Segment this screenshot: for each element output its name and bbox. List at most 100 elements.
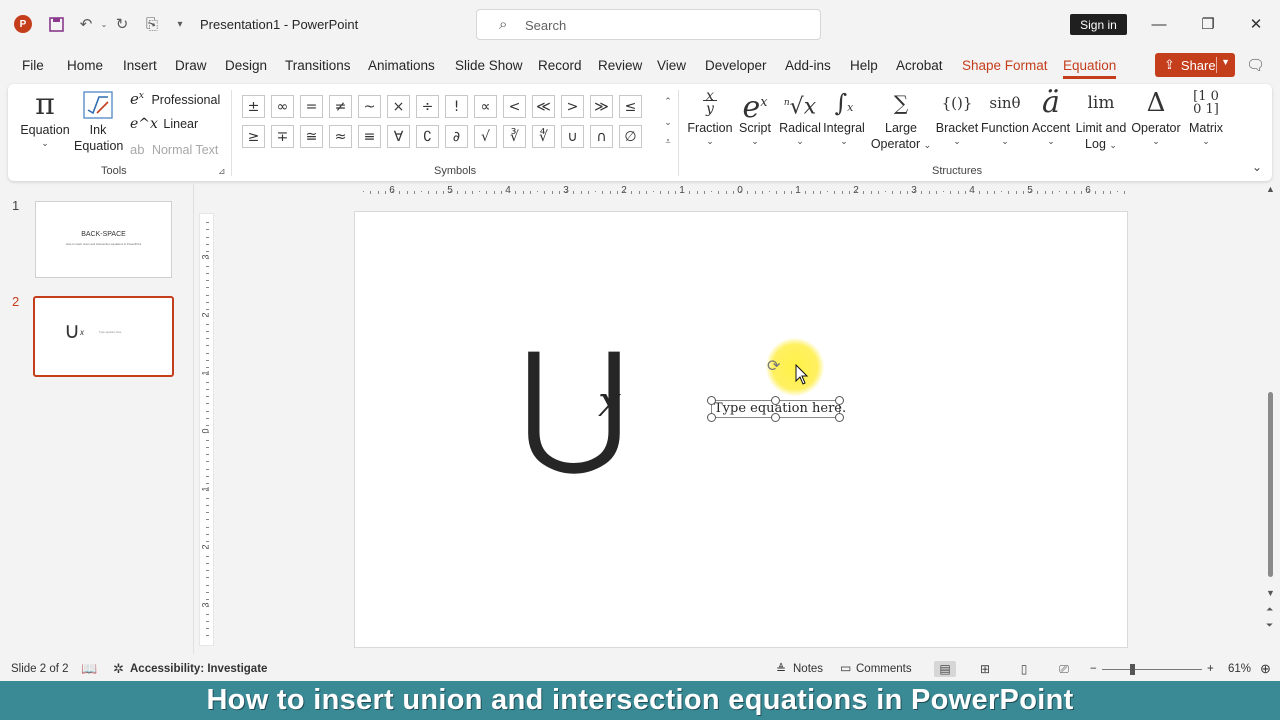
ink-equation-button[interactable]: Ink Equation	[74, 88, 123, 154]
symbol-square-root[interactable]: √	[474, 125, 497, 148]
tab-insert[interactable]: Insert	[123, 58, 157, 73]
symbol-divide[interactable]: ÷	[416, 95, 439, 118]
zoom-out-icon[interactable]: −	[1090, 663, 1097, 675]
script-button[interactable]: ex Script ⌄	[732, 86, 778, 147]
symbols-scroll-down-icon[interactable]: ⌄	[661, 115, 675, 129]
present-icon[interactable]: ⎘	[142, 14, 162, 34]
tab-view[interactable]: View	[657, 58, 686, 73]
comments-icon[interactable]: 🗨	[1246, 56, 1265, 74]
symbol-tilde[interactable]: ~	[358, 95, 381, 118]
symbol-plus-minus[interactable]: ±	[242, 95, 265, 118]
symbol-factorial[interactable]: !	[445, 95, 468, 118]
tab-animations[interactable]: Animations	[368, 58, 435, 73]
tab-review[interactable]: Review	[598, 58, 642, 73]
sign-in-button[interactable]: Sign in	[1070, 14, 1127, 35]
tab-file[interactable]: File	[22, 58, 44, 73]
slide-thumbnail-2[interactable]: ∪ x Type equation here.	[33, 296, 174, 377]
vertical-scrollbar[interactable]: ▲ ▼ ⏶ ⏷	[1263, 184, 1277, 654]
resize-handle-top[interactable]	[771, 396, 780, 405]
scroll-down-icon[interactable]: ▼	[1266, 588, 1275, 598]
tab-shape-format[interactable]: Shape Format	[962, 58, 1048, 73]
symbol-for-all[interactable]: ∀	[387, 125, 410, 148]
rotate-handle-icon[interactable]: ⟳	[767, 358, 785, 376]
symbol-less-equal[interactable]: ≤	[619, 95, 642, 118]
normal-view-icon[interactable]: ▤	[934, 661, 956, 677]
customize-toolbar-icon[interactable]: ▾	[170, 14, 190, 34]
slide-show-icon[interactable]: ⎚	[1053, 661, 1075, 677]
symbols-scroll-up-icon[interactable]: ⌃	[661, 94, 675, 108]
accessibility-status[interactable]: Accessibility: Investigate	[130, 663, 267, 675]
symbol-greater-equal[interactable]: ≥	[242, 125, 265, 148]
matrix-button[interactable]: [1 00 1] Matrix ⌄	[1182, 86, 1230, 146]
symbol-empty-set[interactable]: ∅	[619, 125, 642, 148]
symbol-infinity[interactable]: ∞	[271, 95, 294, 118]
collapse-ribbon-icon[interactable]: ⌄	[1252, 160, 1262, 174]
symbol-much-less-than[interactable]: ≪	[532, 95, 555, 118]
fraction-button[interactable]: xy Fraction ⌄	[684, 86, 736, 146]
search-box[interactable]: ⌕ Search	[476, 9, 821, 40]
redo-icon[interactable]: ↻	[112, 14, 132, 34]
tab-developer[interactable]: Developer	[705, 58, 767, 73]
share-button[interactable]: ⇪ Share ▼	[1155, 53, 1235, 77]
accessibility-icon[interactable]: ✲	[113, 661, 124, 677]
symbol-intersection[interactable]: ∩	[590, 125, 613, 148]
spelling-check-icon[interactable]: 📖	[81, 661, 97, 677]
slide-sorter-icon[interactable]: ⊞	[974, 661, 996, 677]
symbol-much-greater-than[interactable]: ≫	[590, 95, 613, 118]
resize-handle-bottom-left[interactable]	[707, 413, 716, 422]
symbol-times[interactable]: ×	[387, 95, 410, 118]
union-equation-variable[interactable]: x	[598, 380, 622, 424]
accent-button[interactable]: ä Accent ⌄	[1030, 86, 1072, 147]
symbols-more-icon[interactable]: ⩡	[661, 134, 675, 148]
symbol-almost-equal[interactable]: ≈	[329, 125, 352, 148]
symbol-less-than[interactable]: <	[503, 95, 526, 118]
symbol-union[interactable]: ∪	[561, 125, 584, 148]
function-button[interactable]: sinθ Function ⌄	[980, 86, 1030, 146]
tab-add-ins[interactable]: Add-ins	[785, 58, 831, 73]
resize-handle-top-left[interactable]	[707, 396, 716, 405]
undo-icon[interactable]: ↶	[76, 14, 96, 34]
resize-handle-bottom-right[interactable]	[835, 413, 844, 422]
limit-and-log-button[interactable]: lim Limit and Log ⌄	[1072, 86, 1130, 152]
symbol-identical[interactable]: ≡	[358, 125, 381, 148]
tab-home[interactable]: Home	[67, 58, 103, 73]
scrollbar-thumb[interactable]	[1268, 392, 1273, 577]
zoom-slider-knob[interactable]	[1130, 664, 1135, 675]
resize-handle-bottom[interactable]	[771, 413, 780, 422]
operator-button[interactable]: Δ Operator ⌄	[1130, 86, 1182, 146]
horizontal-ruler[interactable]: 6 5 4 3 2 1 0 1 2 3 4 5 6	[355, 184, 1127, 199]
symbol-equals[interactable]: =	[300, 95, 323, 118]
tab-design[interactable]: Design	[225, 58, 267, 73]
tab-draw[interactable]: Draw	[175, 58, 207, 73]
radical-button[interactable]: n√x Radical ⌄	[776, 86, 824, 146]
large-operator-button[interactable]: ∑ Large Operator ⌄	[868, 86, 934, 152]
slide-thumbnail-1[interactable]: BACK-SPACE How to insert union and inter…	[35, 201, 172, 278]
fit-to-window-icon[interactable]: ⊕	[1260, 661, 1271, 677]
professional-button[interactable]: ex Professional	[130, 90, 220, 108]
symbol-congruent[interactable]: ≅	[300, 125, 323, 148]
symbol-minus-plus[interactable]: ∓	[271, 125, 294, 148]
share-dropdown-icon[interactable]: ▼	[1221, 57, 1230, 67]
tab-slide-show[interactable]: Slide Show	[455, 58, 523, 73]
vertical-ruler[interactable]: 3 2 1 0 1 2 3	[199, 213, 214, 646]
integral-button[interactable]: ∫x Integral ⌄	[818, 86, 870, 146]
previous-slide-icon[interactable]: ⏶	[1266, 604, 1273, 615]
scroll-up-icon[interactable]: ▲	[1266, 184, 1275, 194]
symbol-fourth-root[interactable]: ∜	[532, 125, 555, 148]
tab-record[interactable]: Record	[538, 58, 582, 73]
zoom-slider[interactable]	[1102, 669, 1202, 670]
equation-button[interactable]: π Equation ⌄	[20, 88, 70, 149]
tools-dialog-launcher-icon[interactable]: ⊿	[218, 166, 226, 177]
notes-icon[interactable]: ≜	[776, 662, 786, 676]
comments-status-icon[interactable]: ▭	[840, 661, 851, 675]
tab-transitions[interactable]: Transitions	[285, 58, 351, 73]
zoom-in-icon[interactable]: +	[1207, 663, 1214, 675]
symbol-greater-than[interactable]: >	[561, 95, 584, 118]
symbol-partial[interactable]: ∂	[445, 125, 468, 148]
save-icon[interactable]	[46, 14, 66, 34]
next-slide-icon[interactable]: ⏷	[1266, 620, 1273, 631]
comments-button[interactable]: Comments	[856, 663, 912, 675]
undo-dropdown-icon[interactable]: ⌄	[94, 14, 114, 34]
close-icon[interactable]: ✕	[1244, 12, 1268, 36]
reading-view-icon[interactable]: ▯	[1013, 661, 1035, 677]
